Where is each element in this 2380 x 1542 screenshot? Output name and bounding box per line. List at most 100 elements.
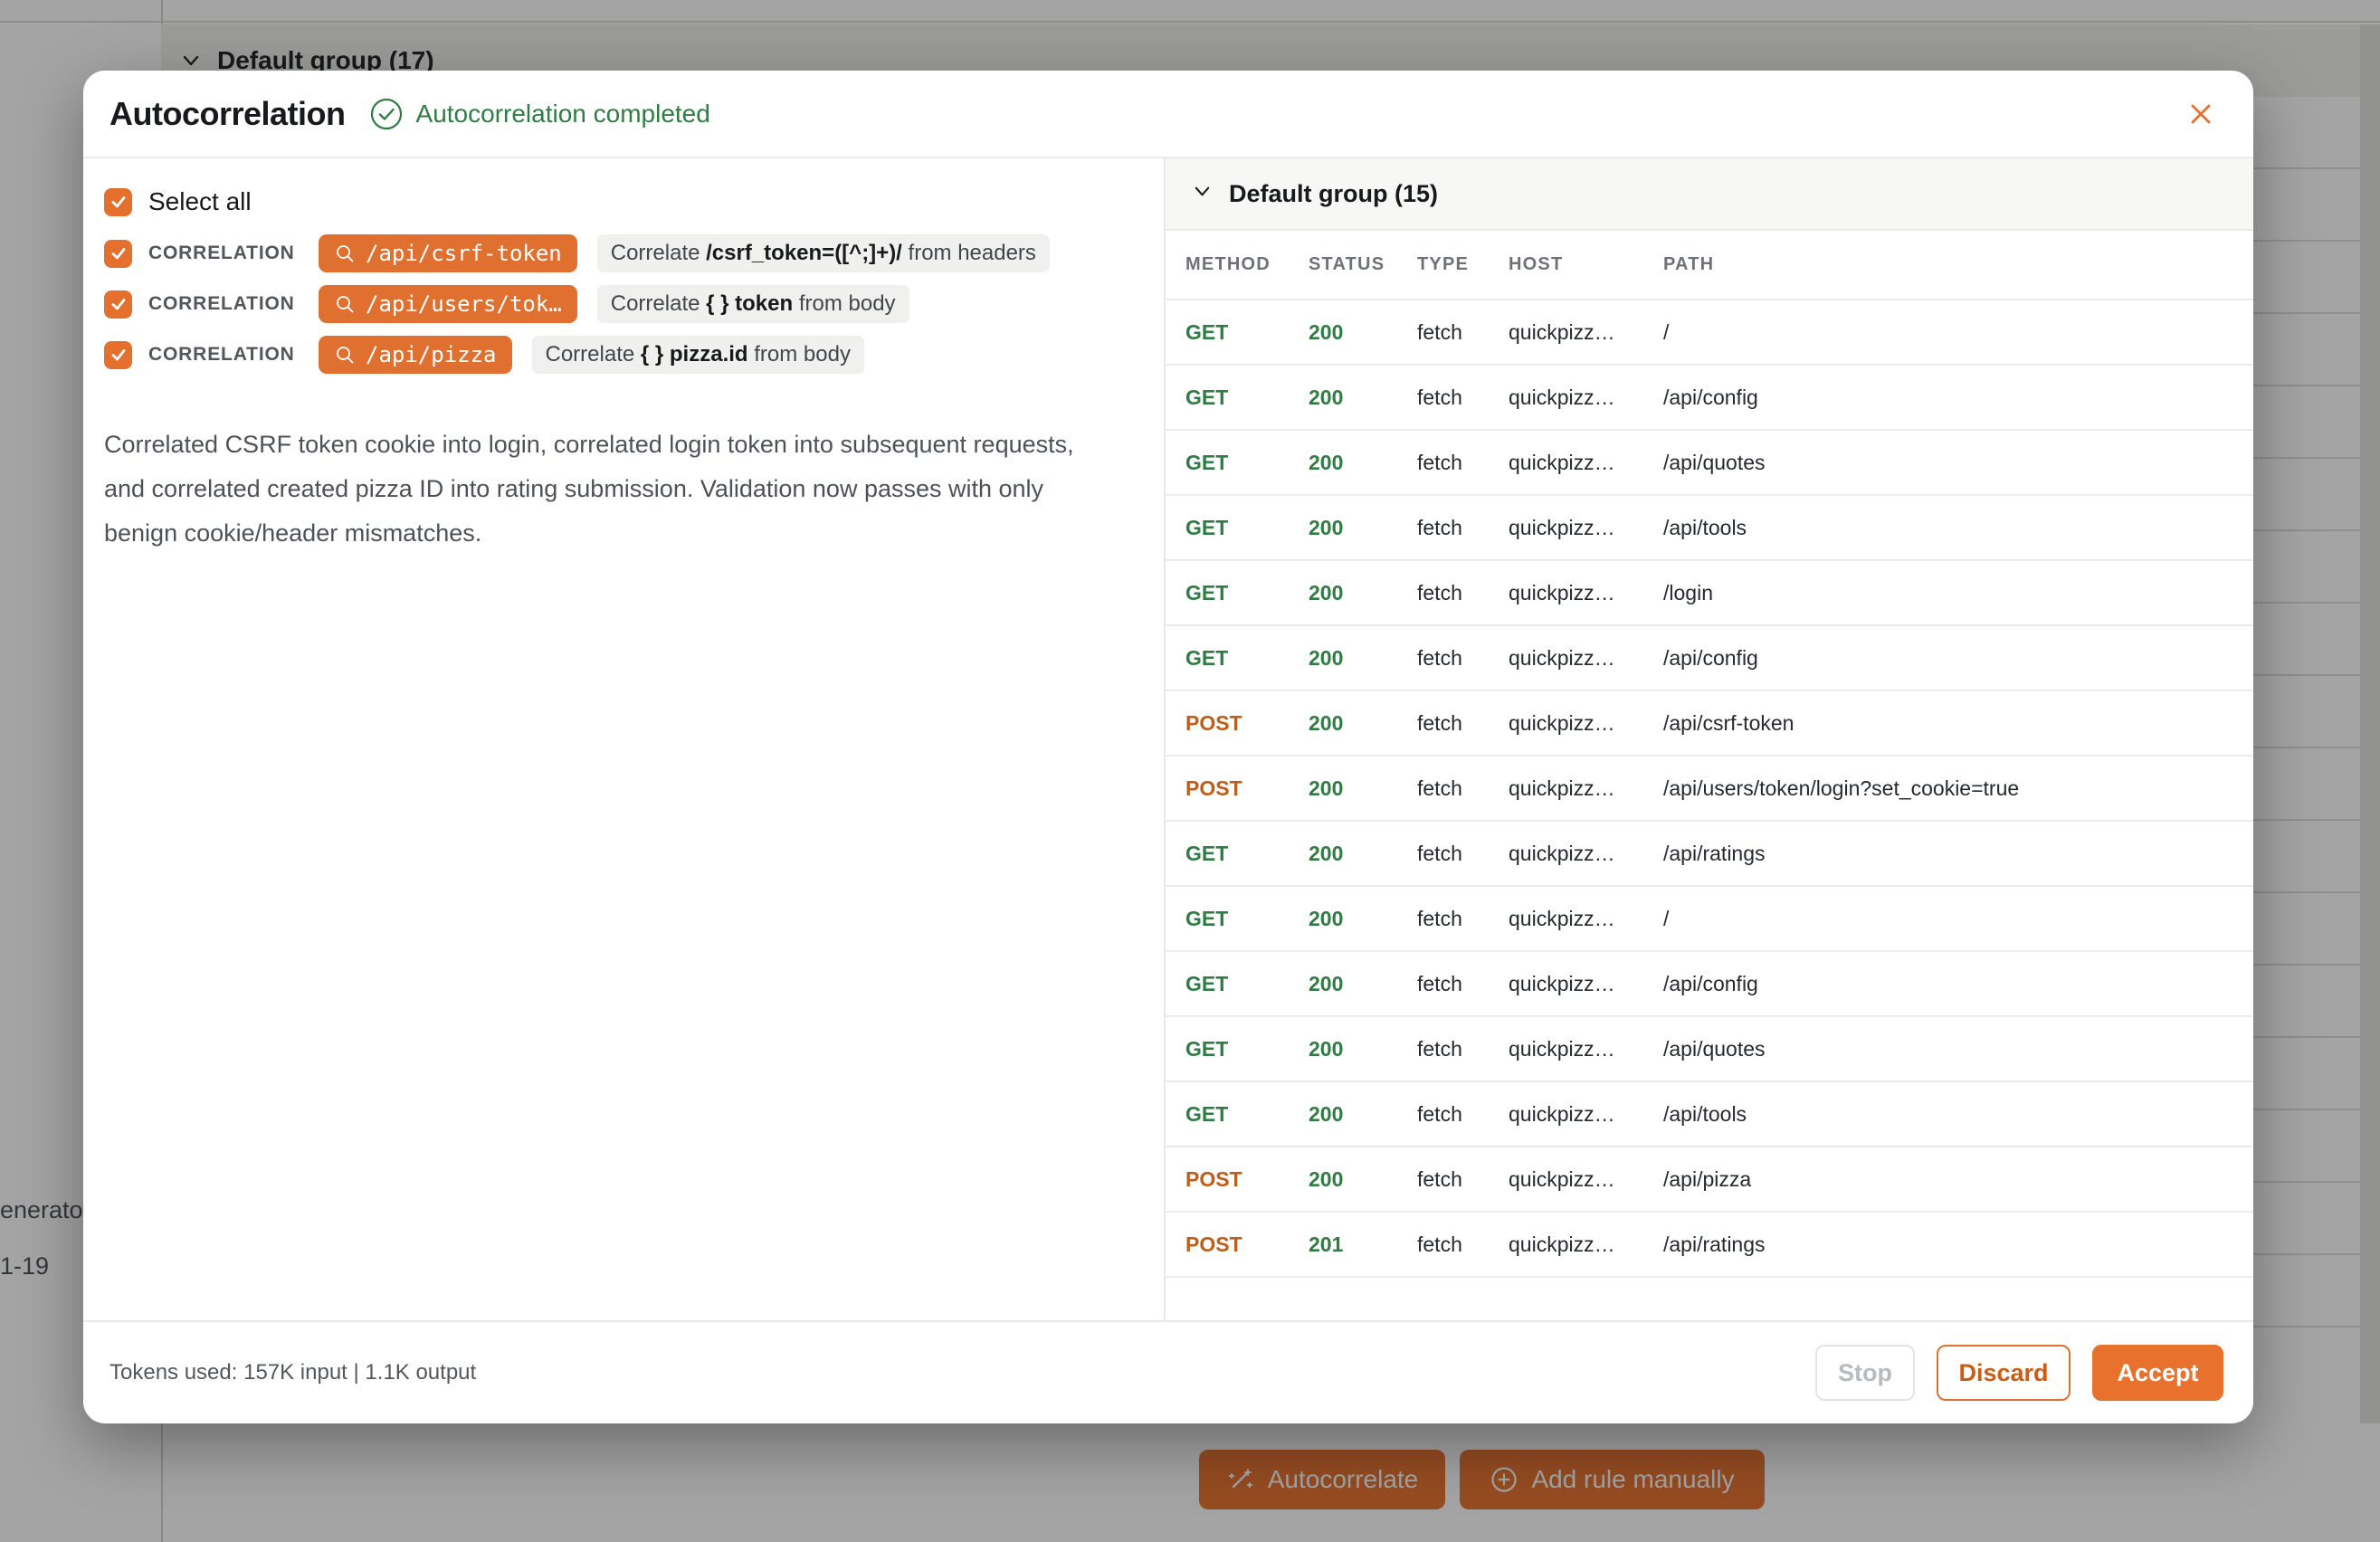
modal-title: Autocorrelation [109, 95, 346, 133]
request-table-row[interactable]: GET 200 fetch quickpizz… / [1166, 299, 2253, 364]
correlation-rule-row: CORRELATION /api/users/tok… Correlate { … [104, 283, 1142, 325]
request-table-row[interactable]: GET 200 fetch quickpizz… /api/quotes [1166, 1015, 2253, 1080]
request-method: GET [1185, 842, 1309, 866]
request-table-row[interactable]: GET 200 fetch quickpizz… /api/config [1166, 364, 2253, 429]
request-table-row[interactable]: GET 200 fetch quickpizz… / [1166, 885, 2253, 950]
request-method: GET [1185, 386, 1309, 410]
request-status: 201 [1309, 1233, 1417, 1257]
request-table-row[interactable]: GET 200 fetch quickpizz… /api/tools [1166, 494, 2253, 559]
request-type: fetch [1417, 711, 1509, 736]
rule-description: Correlate /csrf_token=([^;]+)/ from head… [597, 234, 1050, 272]
rule-description: Correlate { } pizza.id from body [532, 336, 864, 374]
close-button[interactable] [2181, 94, 2221, 134]
request-path: /api/config [1663, 386, 2253, 410]
check-icon [109, 193, 128, 211]
column-header-host: HOST [1509, 254, 1663, 275]
search-icon [334, 243, 356, 264]
request-type: fetch [1417, 1167, 1509, 1192]
close-icon [2185, 99, 2216, 129]
correlation-rule-row: CORRELATION /api/csrf-token Correlate /c… [104, 233, 1142, 274]
request-status: 200 [1309, 516, 1417, 540]
request-host: quickpizz… [1509, 711, 1663, 736]
request-table-row[interactable]: POST 200 fetch quickpizz… /api/pizza [1166, 1146, 2253, 1211]
tokens-used-text: Tokens used: 157K input | 1.1K output [109, 1360, 476, 1385]
request-path: /api/config [1663, 972, 2253, 996]
rule-desc-expression: { } token [706, 291, 793, 316]
request-method: POST [1185, 776, 1309, 801]
rules-panel: Select all CORRELATION /api/csrf-token C… [83, 158, 1166, 1320]
select-all-label: Select all [148, 187, 252, 216]
request-table-row[interactable]: GET 200 fetch quickpizz… /api/config [1166, 624, 2253, 690]
request-type: fetch [1417, 451, 1509, 475]
check-icon [109, 295, 128, 313]
request-path: /api/tools [1663, 516, 2253, 540]
request-method: POST [1185, 711, 1309, 736]
request-table-row[interactable]: GET 200 fetch quickpizz… /api/ratings [1166, 820, 2253, 885]
request-type: fetch [1417, 972, 1509, 996]
rule-target-path: /api/csrf-token [366, 241, 562, 266]
modal-header: Autocorrelation Autocorrelation complete… [83, 71, 2253, 158]
search-icon [334, 293, 356, 315]
accept-button[interactable]: Accept [2092, 1345, 2223, 1401]
discard-button[interactable]: Discard [1937, 1345, 2071, 1401]
column-header-status: STATUS [1309, 254, 1417, 275]
rule-type-label: CORRELATION [148, 344, 304, 366]
completion-status: Autocorrelation completed [369, 97, 710, 131]
chevron-down-icon [1191, 180, 1214, 207]
correlation-summary-text: Correlated CSRF token cookie into login,… [104, 423, 1081, 556]
request-method: GET [1185, 320, 1309, 345]
stop-button[interactable]: Stop [1815, 1345, 1915, 1401]
column-header-type: TYPE [1417, 254, 1509, 275]
correlation-rules-list: CORRELATION /api/csrf-token Correlate /c… [104, 233, 1142, 376]
select-all-checkbox[interactable] [104, 188, 132, 216]
rule-desc-suffix: from headers [902, 241, 1036, 265]
request-host: quickpizz… [1509, 1037, 1663, 1061]
request-table-row[interactable]: POST 200 fetch quickpizz… /api/users/tok… [1166, 755, 2253, 820]
rule-target-path: /api/pizza [366, 342, 497, 367]
rule-description: Correlate { } token from body [597, 285, 909, 323]
rule-target-badge[interactable]: /api/pizza [319, 336, 512, 374]
rule-checkbox[interactable] [104, 240, 132, 268]
modal-body: Select all CORRELATION /api/csrf-token C… [83, 158, 2253, 1320]
request-status: 200 [1309, 972, 1417, 996]
request-method: GET [1185, 581, 1309, 605]
request-path: /api/config [1663, 646, 2253, 671]
request-type: fetch [1417, 581, 1509, 605]
request-type: fetch [1417, 320, 1509, 345]
request-path: /login [1663, 581, 2253, 605]
rule-desc-expression: /csrf_token=([^;]+)/ [706, 241, 902, 265]
rule-checkbox[interactable] [104, 341, 132, 369]
request-type: fetch [1417, 776, 1509, 801]
request-method: GET [1185, 907, 1309, 931]
request-table-row[interactable]: GET 200 fetch quickpizz… /login [1166, 559, 2253, 624]
request-table-row[interactable]: GET 200 fetch quickpizz… /api/quotes [1166, 429, 2253, 494]
rule-desc-suffix: from body [793, 291, 895, 316]
request-table-row[interactable]: GET 200 fetch quickpizz… /api/tools [1166, 1080, 2253, 1146]
column-header-path: PATH [1663, 254, 2253, 275]
correlation-rule-row: CORRELATION /api/pizza Correlate { } piz… [104, 334, 1142, 376]
request-method: GET [1185, 516, 1309, 540]
request-method: GET [1185, 1037, 1309, 1061]
request-path: / [1663, 907, 2253, 931]
request-type: fetch [1417, 1037, 1509, 1061]
rule-desc-prefix: Correlate [546, 342, 641, 366]
request-table-row[interactable]: GET 200 fetch quickpizz… /api/config [1166, 950, 2253, 1015]
rule-target-badge[interactable]: /api/users/tok… [319, 285, 577, 323]
request-host: quickpizz… [1509, 646, 1663, 671]
check-circle-icon [369, 97, 404, 131]
request-method: GET [1185, 451, 1309, 475]
request-status: 200 [1309, 320, 1417, 345]
request-method: POST [1185, 1233, 1309, 1257]
request-path: /api/quotes [1663, 1037, 2253, 1061]
select-all-row: Select all [104, 186, 1142, 218]
request-path: /api/pizza [1663, 1167, 2253, 1192]
request-table-row[interactable]: POST 200 fetch quickpizz… /api/csrf-toke… [1166, 690, 2253, 755]
requests-panel: Default group (15) METHOD STATUS TYPE HO… [1166, 158, 2253, 1320]
request-path: /api/quotes [1663, 451, 2253, 475]
request-table-row[interactable]: POST 201 fetch quickpizz… /api/ratings [1166, 1211, 2253, 1276]
rule-target-badge[interactable]: /api/csrf-token [319, 234, 577, 272]
group-title: Default group (15) [1229, 180, 1438, 208]
rule-checkbox[interactable] [104, 290, 132, 319]
group-header[interactable]: Default group (15) [1166, 158, 2253, 231]
request-host: quickpizz… [1509, 842, 1663, 866]
